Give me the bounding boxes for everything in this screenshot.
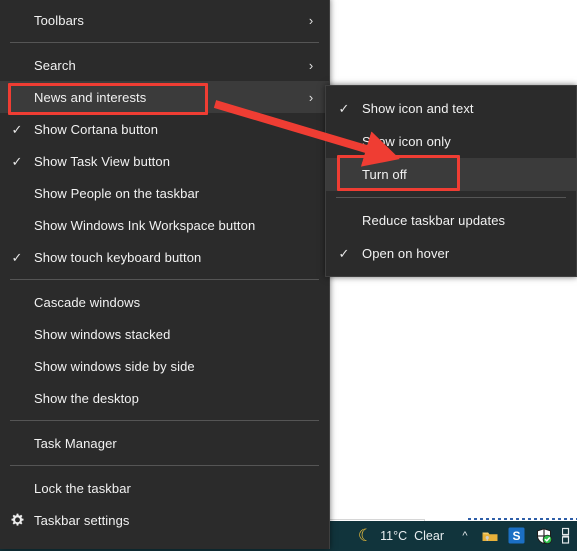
submenu-item-reduce-taskbar-updates[interactable]: ✓ Reduce taskbar updates <box>326 204 576 237</box>
menu-item-label: Show windows stacked <box>34 326 171 342</box>
security-shield-icon[interactable] <box>535 527 553 545</box>
checkmark-icon: ✓ <box>0 91 34 104</box>
submenu-item-open-on-hover[interactable]: ✓ Open on hover <box>326 237 576 270</box>
menu-item-show-windows-ink-workspace-button[interactable]: ✓ Show Windows Ink Workspace button <box>0 209 329 241</box>
menu-item-toolbars[interactable]: ✓ Toolbars › <box>0 4 329 36</box>
menu-item-label: Show touch keyboard button <box>34 249 202 265</box>
checkmark-icon: ✓ <box>11 121 23 137</box>
window-frame-line <box>325 519 425 520</box>
checkmark-icon: ✓ <box>11 249 23 265</box>
submenu-item-label: Show icon and text <box>362 101 474 116</box>
submenu-item-show-icon-and-text[interactable]: ✓ Show icon and text <box>326 92 576 125</box>
menu-item-label: Show People on the taskbar <box>34 185 200 201</box>
submenu-item-label: Turn off <box>362 167 407 182</box>
submenu-item-label: Show icon only <box>362 134 451 149</box>
news-and-interests-submenu[interactable]: ✓ Show icon and text ✓ Show icon only ✓ … <box>325 85 577 277</box>
menu-separator <box>10 279 319 280</box>
checkmark-icon: ✓ <box>326 214 362 227</box>
system-tray[interactable]: ^ S <box>458 527 571 545</box>
checkmark-icon: ✓ <box>0 296 34 309</box>
menu-item-label: Taskbar settings <box>34 512 130 528</box>
menu-item-show-windows-stacked[interactable]: ✓ Show windows stacked <box>0 318 329 350</box>
menu-item-show-touch-keyboard-button[interactable]: ✓ Show touch keyboard button <box>0 241 329 273</box>
submenu-separator <box>336 197 566 198</box>
submenu-item-label: Reduce taskbar updates <box>362 213 506 228</box>
checkmark-icon: ✓ <box>0 482 34 495</box>
checkmark-icon: ✓ <box>0 392 34 405</box>
submenu-item-label: Open on hover <box>362 246 450 261</box>
menu-item-show-the-desktop[interactable]: ✓ Show the desktop <box>0 382 329 414</box>
menu-item-search[interactable]: ✓ Search › <box>0 49 329 81</box>
selection-marquee <box>468 518 577 520</box>
weather-temperature: 11°C <box>380 529 408 543</box>
submenu-item-turn-off[interactable]: ✓ Turn off <box>326 158 576 191</box>
hidden-icons-chevron-icon[interactable]: ^ <box>458 530 472 542</box>
checkmark-icon: ✓ <box>0 59 34 72</box>
menu-item-label: Show Windows Ink Workspace button <box>34 217 256 233</box>
checkmark-icon: ✓ <box>0 187 34 200</box>
menu-item-label: Search <box>34 57 76 73</box>
menu-item-label: Show windows side by side <box>34 358 195 374</box>
sogou-input-icon[interactable]: S <box>508 527 526 545</box>
checkmark-icon: ✓ <box>0 328 34 341</box>
menu-item-task-manager[interactable]: ✓ Task Manager <box>0 427 329 459</box>
folder-tray-icon[interactable] <box>481 527 499 545</box>
menu-separator <box>10 420 319 421</box>
news-and-interests-taskbar-widget[interactable]: ☾ 11°C Clear <box>357 525 444 545</box>
checkmark-icon: ✓ <box>338 101 350 116</box>
menu-item-label: Show Task View button <box>34 153 171 169</box>
menu-item-label: Cascade windows <box>34 294 141 310</box>
menu-item-label: Toolbars <box>34 12 84 28</box>
menu-item-label: Show Cortana button <box>34 121 159 137</box>
menu-item-cascade-windows[interactable]: ✓ Cascade windows <box>0 286 329 318</box>
taskbar-context-menu[interactable]: ✓ Toolbars › ✓ Search › ✓ News and inter… <box>0 0 330 549</box>
checkmark-icon: ✓ <box>0 360 34 373</box>
menu-item-label: Lock the taskbar <box>34 480 131 496</box>
submenu-item-show-icon-only[interactable]: ✓ Show icon only <box>326 125 576 158</box>
checkmark-icon: ✓ <box>0 14 34 27</box>
moon-icon: ☾ <box>357 525 374 545</box>
menu-separator <box>10 465 319 466</box>
menu-item-label: Show the desktop <box>34 390 139 406</box>
checkmark-icon: ✓ <box>0 437 34 450</box>
menu-item-news-and-interests[interactable]: ✓ News and interests › <box>0 81 329 113</box>
checkmark-icon: ✓ <box>0 219 34 232</box>
gear-icon <box>0 513 34 528</box>
menu-item-label: News and interests <box>34 89 147 105</box>
menu-item-taskbar-settings[interactable]: Taskbar settings <box>0 504 329 536</box>
menu-item-show-task-view-button[interactable]: ✓ Show Task View button <box>0 145 329 177</box>
checkmark-icon: ✓ <box>326 168 362 181</box>
chevron-right-icon: › <box>308 12 314 28</box>
menu-separator <box>10 42 319 43</box>
chevron-right-icon: › <box>308 57 314 73</box>
menu-item-show-windows-side-by-side[interactable]: ✓ Show windows side by side <box>0 350 329 382</box>
svg-text:S: S <box>512 529 520 543</box>
weather-condition: Clear <box>414 529 444 543</box>
menu-item-show-people-on-the-taskbar[interactable]: ✓ Show People on the taskbar <box>0 177 329 209</box>
menu-item-lock-the-taskbar[interactable]: ✓ Lock the taskbar <box>0 472 329 504</box>
checkmark-icon: ✓ <box>11 153 23 169</box>
checkmark-icon: ✓ <box>326 135 362 148</box>
menu-item-show-cortana-button[interactable]: ✓ Show Cortana button <box>0 113 329 145</box>
checkmark-icon: ✓ <box>338 246 350 261</box>
menu-item-label: Task Manager <box>34 435 117 451</box>
ime-status-icon[interactable] <box>562 527 571 545</box>
